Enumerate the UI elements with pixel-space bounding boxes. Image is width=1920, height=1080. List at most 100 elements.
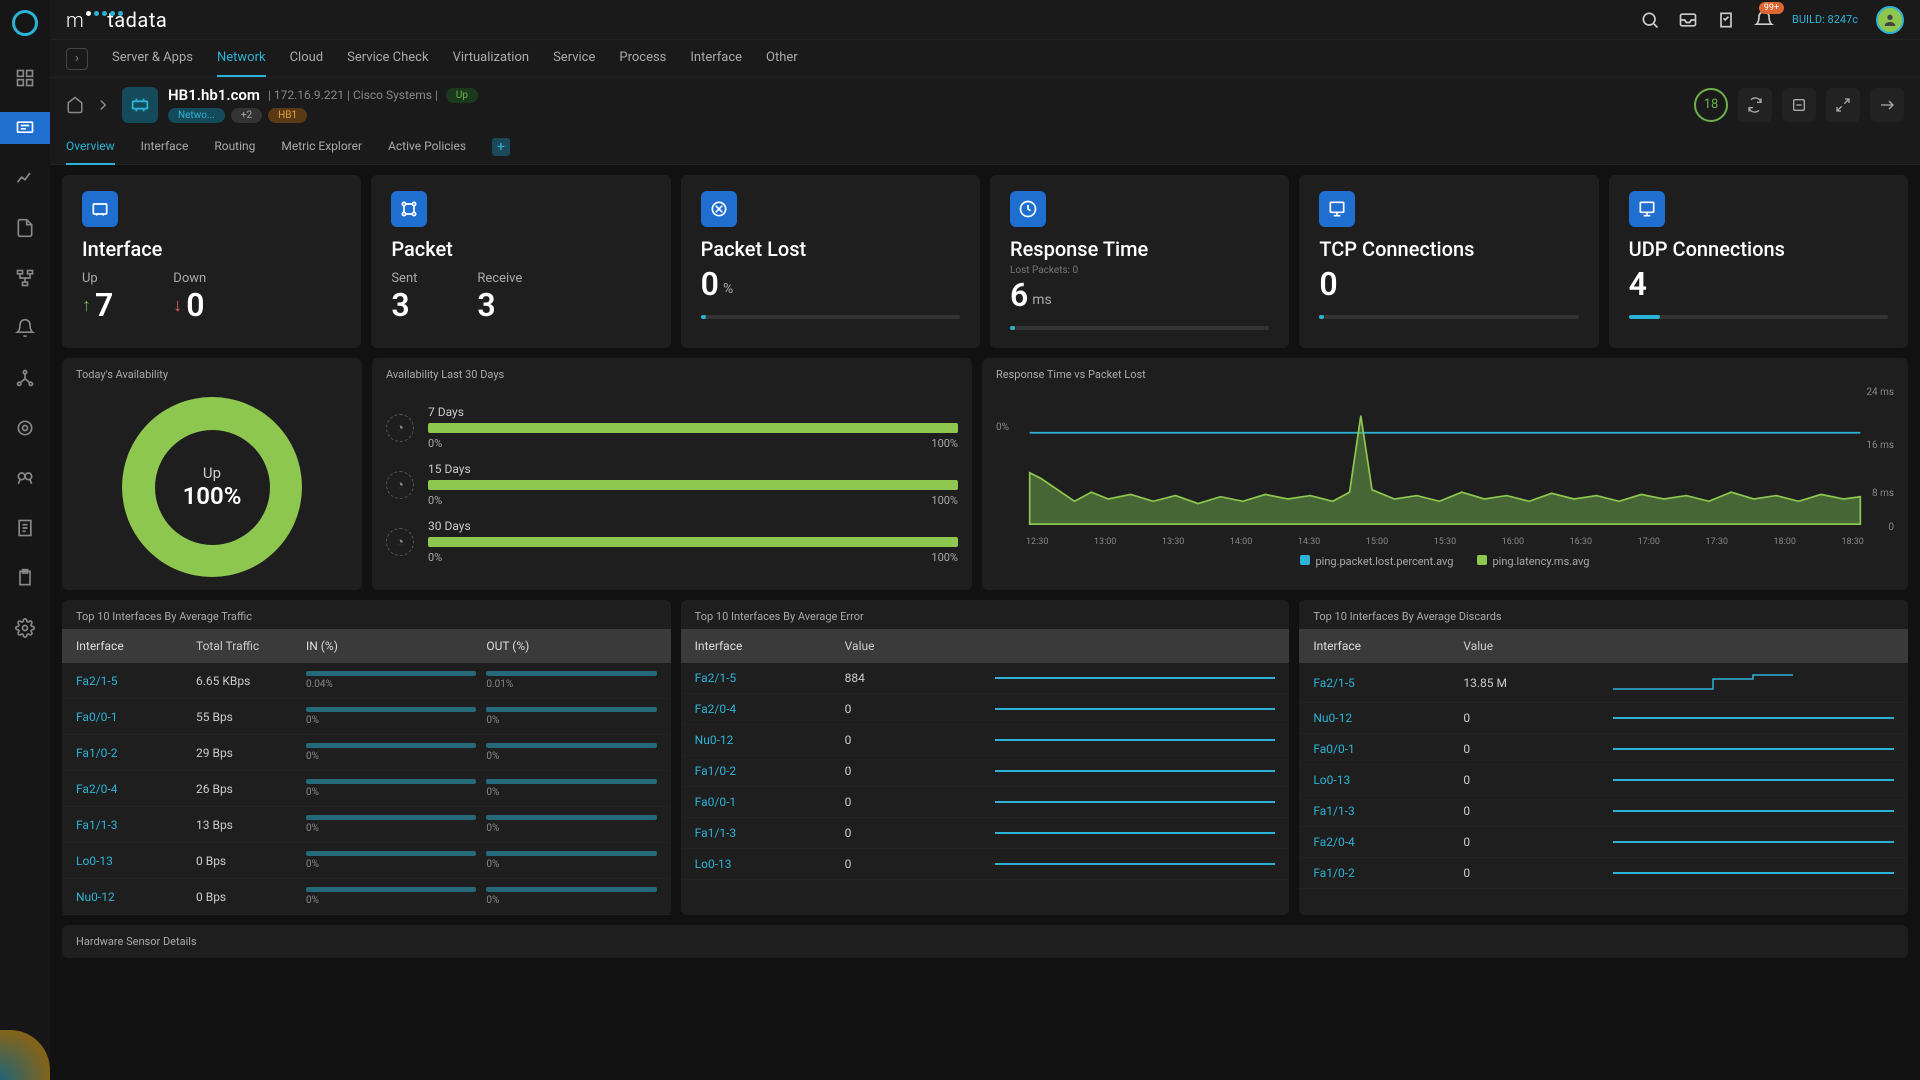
dashboard-content: Interface Up↑7 Down↓0 Packet Sent3 Recei… — [50, 165, 1920, 1080]
interface-link[interactable]: Fa0/0-1 — [695, 795, 845, 809]
topnav-service-check[interactable]: Service Check — [347, 40, 428, 77]
add-tab-button[interactable]: + — [492, 138, 510, 156]
refresh-button[interactable] — [1738, 88, 1772, 122]
topnav-other[interactable]: Other — [766, 40, 798, 77]
topnav-cloud[interactable]: Cloud — [290, 40, 324, 77]
interface-link[interactable]: Fa1/1-3 — [76, 818, 196, 832]
stat-tcp: TCP Connections 0 — [1299, 175, 1598, 348]
availability-30d-panel: Availability Last 30 Days ◔7 Days0%100%◔… — [372, 358, 972, 590]
interface-link[interactable]: Fa2/0-4 — [695, 702, 845, 716]
clock-icon — [1010, 191, 1046, 227]
fullscreen-button[interactable] — [1826, 88, 1860, 122]
interface-link[interactable]: Fa1/0-2 — [695, 764, 845, 778]
stat-packet-lost: Packet Lost 0% — [681, 175, 980, 348]
table-row: Fa2/1-56.65 KBps0.04%0.01% — [62, 663, 671, 699]
interface-link[interactable]: Fa2/0-4 — [76, 782, 196, 796]
availability-donut: Up100% — [122, 397, 302, 577]
table-row: Fa0/0-155 Bps0%0% — [62, 699, 671, 735]
udp-icon — [1629, 191, 1665, 227]
interface-link[interactable]: Nu0-12 — [695, 733, 845, 747]
notifications-icon[interactable]: 99+ — [1754, 10, 1774, 30]
nav-analytics-icon[interactable] — [0, 162, 50, 194]
status-pill: Up — [446, 88, 478, 103]
interface-link[interactable]: Nu0-12 — [76, 890, 196, 904]
discards-table-panel: Top 10 Interfaces By Average Discards In… — [1299, 600, 1908, 915]
subtab-routing[interactable]: Routing — [214, 129, 255, 165]
topnav-network[interactable]: Network — [217, 40, 266, 77]
nav-clipboard-icon[interactable] — [0, 562, 50, 594]
table-row: Fa1/1-30 — [681, 818, 1290, 849]
table-row: Lo0-130 — [1299, 765, 1908, 796]
topnav-service[interactable]: Service — [553, 40, 595, 77]
nav-monitoring-icon[interactable] — [0, 112, 50, 144]
stat-interface: Interface Up↑7 Down↓0 — [62, 175, 361, 348]
nav-hierarchy-icon[interactable] — [0, 362, 50, 394]
topnav-process[interactable]: Process — [619, 40, 666, 77]
today-availability-panel: Today's Availability Up100% — [62, 358, 362, 590]
topnav-virtualization[interactable]: Virtualization — [453, 40, 530, 77]
home-icon[interactable] — [66, 96, 84, 114]
interface-link[interactable]: Fa2/1-5 — [695, 671, 845, 685]
nav-automation-icon[interactable] — [0, 412, 50, 444]
interface-link[interactable]: Fa2/1-5 — [1313, 676, 1463, 690]
side-rail — [0, 0, 50, 1080]
table-row: Fa2/0-426 Bps0%0% — [62, 771, 671, 807]
subtab-metric-explorer[interactable]: Metric Explorer — [281, 129, 362, 165]
availability-row: ◔7 Days0%100% — [386, 405, 958, 450]
response-time-chart: 0% 24 ms 16 ms 8 ms 0 12:3013:0013:3014:… — [996, 387, 1894, 547]
brand-wordmark: mtadata — [66, 8, 167, 32]
gauge-icon: ◔ — [386, 471, 414, 499]
subtab-interface[interactable]: Interface — [141, 129, 189, 165]
user-avatar[interactable] — [1876, 6, 1904, 34]
interface-link[interactable]: Fa1/1-3 — [1313, 804, 1463, 818]
nav-settings-icon[interactable] — [0, 612, 50, 644]
nav-document-icon[interactable] — [0, 212, 50, 244]
tag-network[interactable]: Netwo... — [168, 108, 225, 123]
packet-icon — [391, 191, 427, 227]
search-icon[interactable] — [1640, 10, 1660, 30]
tasks-icon[interactable] — [1716, 10, 1736, 30]
table-row: Lo0-130 Bps0%0% — [62, 843, 671, 879]
interface-link[interactable]: Fa2/1-5 — [76, 674, 196, 688]
interface-link[interactable]: Fa1/1-3 — [695, 826, 845, 840]
interface-link[interactable]: Lo0-13 — [695, 857, 845, 871]
tag-more[interactable]: +2 — [231, 108, 262, 123]
table-row: Lo0-130 — [681, 849, 1290, 880]
tag-hb[interactable]: HB1 — [268, 108, 307, 123]
topnav-server-apps[interactable]: Server & Apps — [112, 40, 193, 77]
availability-row: ◔30 Days0%100% — [386, 519, 958, 564]
interface-link[interactable]: Fa1/0-2 — [76, 746, 196, 760]
interface-link[interactable]: Fa1/0-2 — [1313, 866, 1463, 880]
alert-count[interactable]: 18 — [1694, 88, 1728, 122]
discards-table-head: Interface Value — [1299, 629, 1908, 663]
interface-link[interactable]: Fa0/0-1 — [76, 710, 196, 724]
nav-discovery-icon[interactable] — [0, 462, 50, 494]
table-row: Fa2/1-513.85 M — [1299, 663, 1908, 703]
udp-bar — [1629, 315, 1888, 319]
response-bar — [1010, 326, 1269, 330]
inbox-icon[interactable] — [1678, 10, 1698, 30]
table-row: Fa1/0-20 — [1299, 858, 1908, 889]
interface-link[interactable]: Lo0-13 — [76, 854, 196, 868]
table-row: Nu0-120 Bps0%0% — [62, 879, 671, 915]
stat-packet: Packet Sent3 Receive3 — [371, 175, 670, 348]
export-button[interactable] — [1782, 88, 1816, 122]
nav-alerts-icon[interactable] — [0, 312, 50, 344]
errors-table-head: Interface Value — [681, 629, 1290, 663]
interface-link[interactable]: Nu0-12 — [1313, 711, 1463, 725]
topnav-interface[interactable]: Interface — [690, 40, 742, 77]
nav-topology-icon[interactable] — [0, 262, 50, 294]
table-row: Fa0/0-10 — [1299, 734, 1908, 765]
expand-nav-icon[interactable]: › — [66, 48, 88, 70]
interface-link[interactable]: Lo0-13 — [1313, 773, 1463, 787]
interface-link[interactable]: Fa0/0-1 — [1313, 742, 1463, 756]
table-row: Nu0-120 — [681, 725, 1290, 756]
chevron-right-icon[interactable] — [94, 96, 112, 114]
subtab-overview[interactable]: Overview — [66, 129, 115, 165]
collapse-button[interactable] — [1870, 88, 1904, 122]
nav-reports-icon[interactable] — [0, 512, 50, 544]
nav-apps-icon[interactable] — [0, 62, 50, 94]
subtab-active-policies[interactable]: Active Policies — [388, 129, 466, 165]
interface-link[interactable]: Fa2/0-4 — [1313, 835, 1463, 849]
gauge-icon: ◔ — [386, 414, 414, 442]
